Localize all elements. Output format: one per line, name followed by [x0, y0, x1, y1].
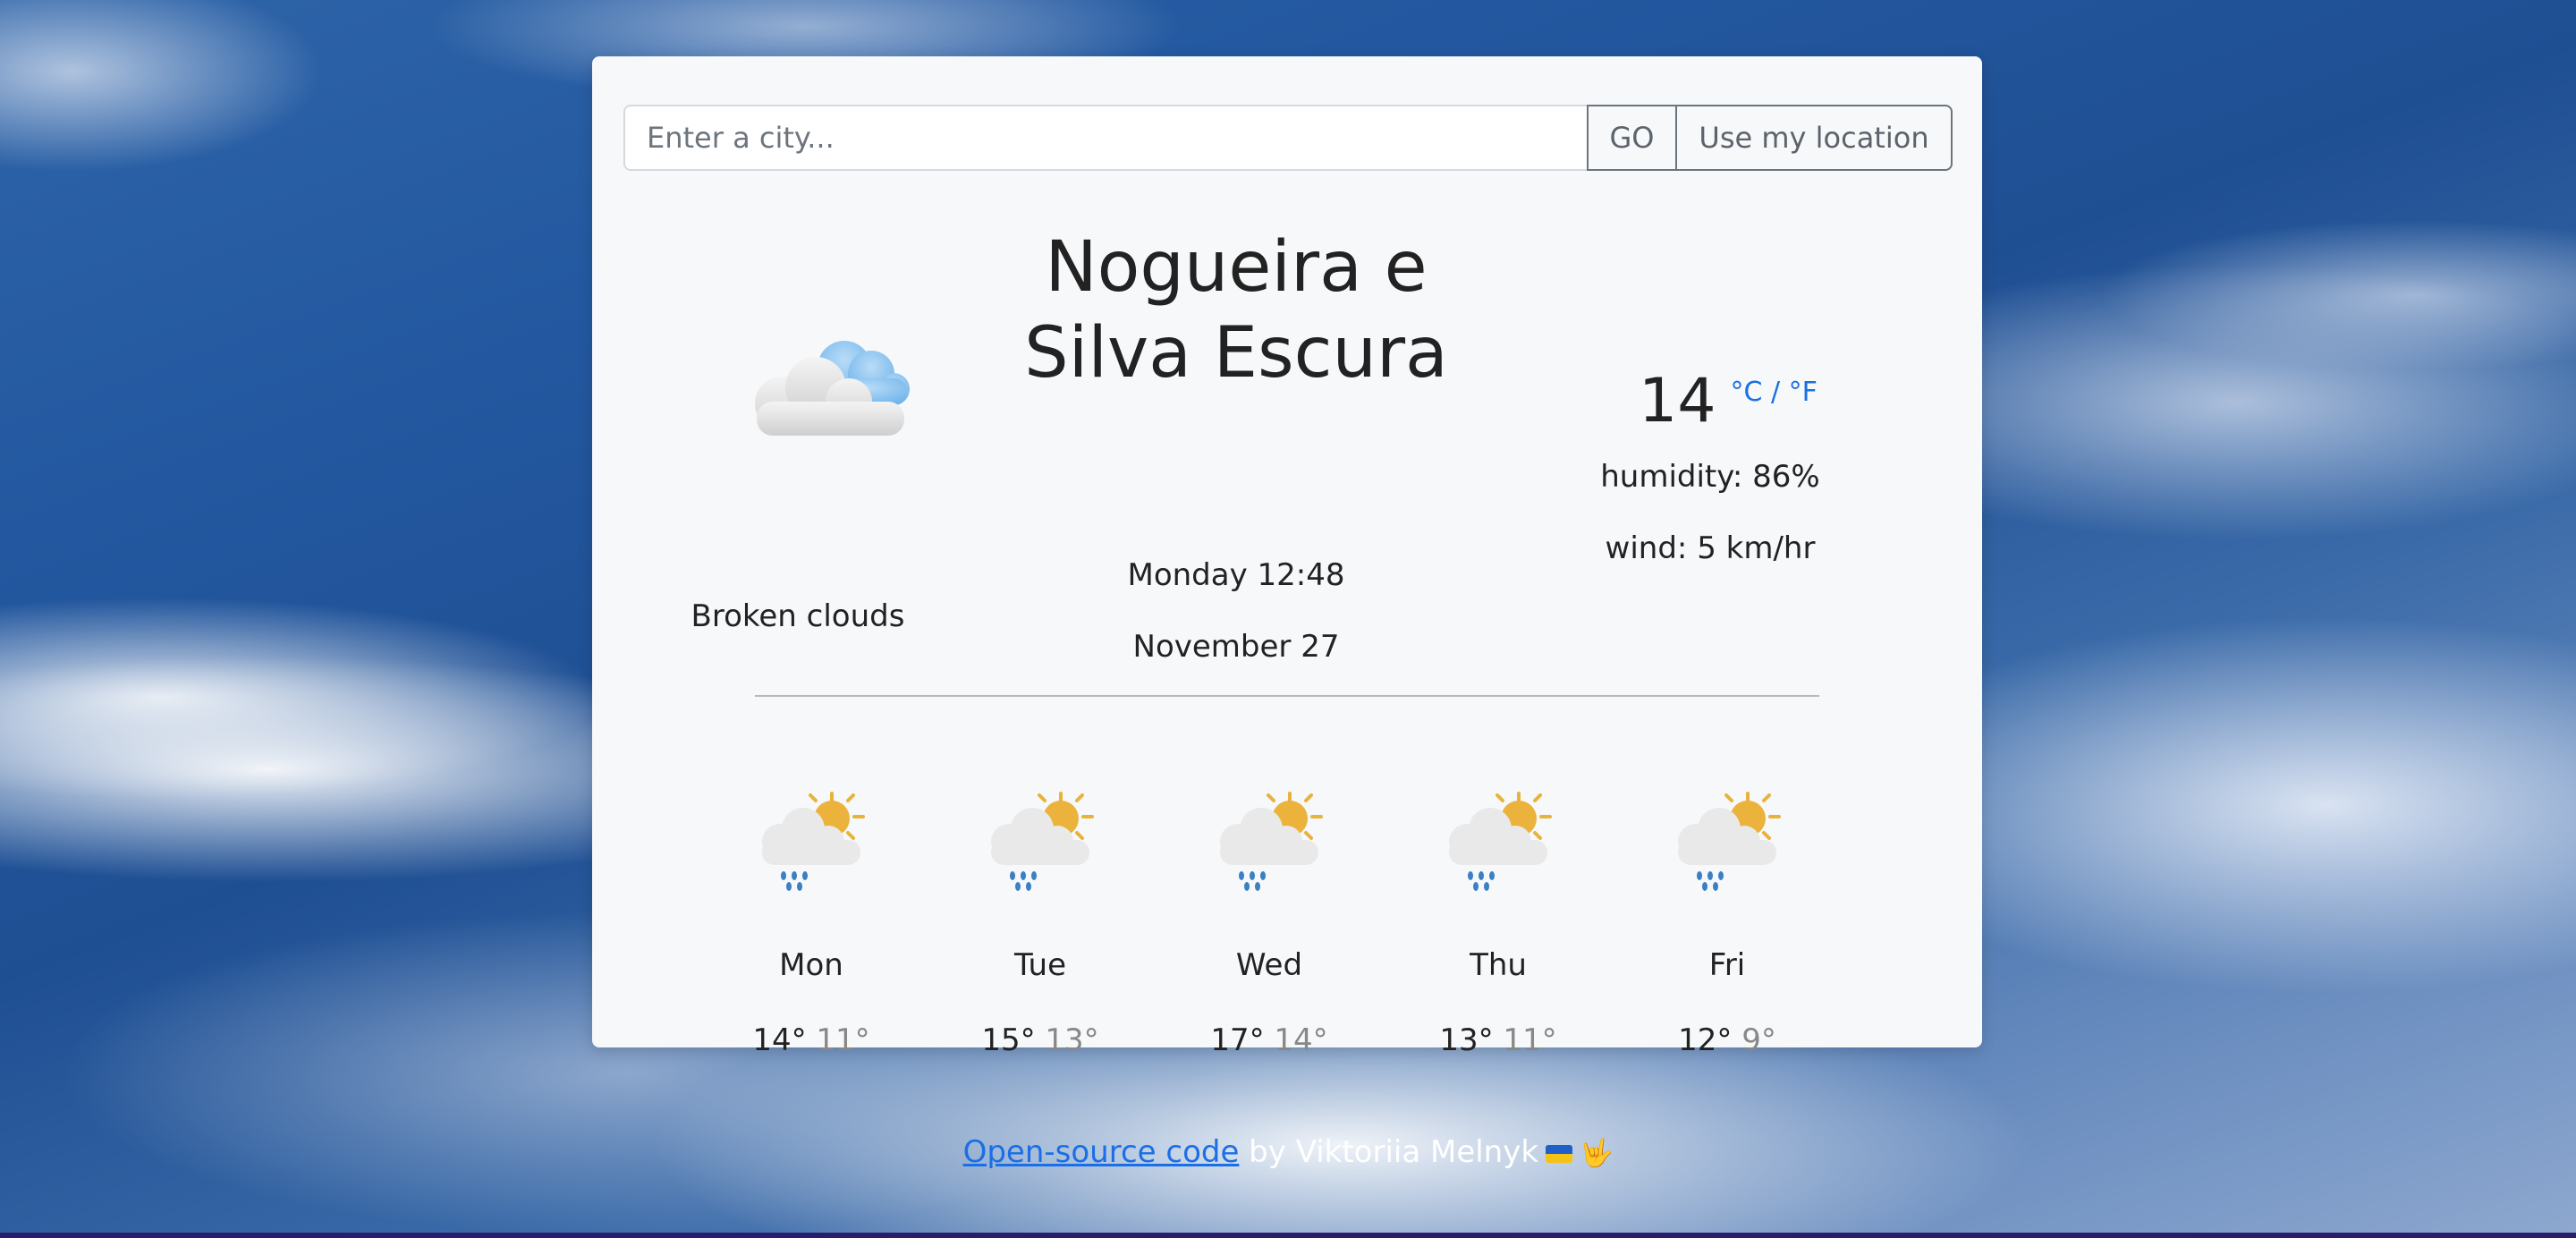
- sun-rain-cloud-icon: [1678, 792, 1781, 891]
- forecast-max-temp: 14°: [752, 1022, 807, 1058]
- forecast-day: Wed 17° 14°: [1180, 790, 1359, 1058]
- city-name: Nogueira e Silva Escura: [1024, 227, 1448, 394]
- sun-rain-cloud-icon: [1449, 792, 1552, 891]
- sun-rain-cloud-icon: [762, 792, 865, 891]
- current-temperature: 14: [1639, 366, 1716, 437]
- forecast-min-temp: 13°: [1045, 1022, 1099, 1058]
- rock-hand-icon: 🤟: [1580, 1138, 1614, 1169]
- forecast-day: Fri 12° 9°: [1638, 790, 1817, 1058]
- current-date: November 27: [1132, 629, 1340, 665]
- fahrenheit-link[interactable]: °F: [1789, 377, 1818, 408]
- city-search-input[interactable]: [623, 105, 1587, 171]
- forecast-max-temp: 13°: [1439, 1022, 1494, 1058]
- footer: Open-source code by Viktoriia Melnyk 🤟: [0, 1134, 2576, 1170]
- forecast-day: Tue 15° 13°: [951, 790, 1130, 1058]
- divider: [755, 695, 1819, 697]
- forecast-day-name: Wed: [1235, 947, 1303, 983]
- humidity: humidity: 86%: [1600, 459, 1820, 495]
- forecast-temps: 15° 13°: [951, 1022, 1130, 1058]
- forecast-min-temp: 11°: [816, 1022, 870, 1058]
- day-time: Monday 12:48: [1127, 557, 1345, 593]
- forecast-min-temp: 11°: [1503, 1022, 1557, 1058]
- forecast-day-name: Tue: [1013, 947, 1067, 983]
- go-button[interactable]: GO: [1587, 105, 1677, 171]
- weather-card: GO Use my location Broken clouds: [592, 56, 1982, 1058]
- use-my-location-button[interactable]: Use my location: [1677, 105, 1953, 171]
- footer-author: by Viktoriia Melnyk: [1239, 1134, 1539, 1170]
- sun-rain-cloud-icon: [991, 792, 1094, 891]
- forecast-temps: 13° 11°: [1409, 1022, 1588, 1058]
- broken-clouds-icon: [755, 341, 910, 436]
- temperature-block: 14 °C / °F: [1639, 369, 1818, 434]
- forecast-temps: 14° 11°: [722, 1022, 901, 1058]
- forecast-min-temp: 14°: [1274, 1022, 1328, 1058]
- wind: wind: 5 km/hr: [1605, 530, 1816, 566]
- open-source-code-link[interactable]: Open-source code: [963, 1134, 1240, 1170]
- forecast-day-name: Mon: [779, 947, 843, 983]
- forecast-max-temp: 12°: [1678, 1022, 1733, 1058]
- ukraine-flag-icon: [1546, 1144, 1573, 1163]
- forecast-day-name: Thu: [1470, 947, 1527, 983]
- weather-description: Broken clouds: [691, 598, 905, 634]
- forecast-temps: 12° 9°: [1638, 1022, 1817, 1058]
- forecast-max-temp: 17°: [1210, 1022, 1265, 1058]
- forecast-min-temp: 9°: [1741, 1022, 1776, 1058]
- search-form: GO Use my location: [623, 105, 1953, 171]
- sun-rain-cloud-icon: [1220, 792, 1323, 891]
- celsius-link[interactable]: °C: [1731, 377, 1763, 408]
- forecast-max-temp: 15°: [981, 1022, 1036, 1058]
- forecast-day-name: Fri: [1708, 947, 1746, 983]
- forecast-temps: 17° 14°: [1180, 1022, 1359, 1058]
- unit-separator: /: [1762, 377, 1789, 408]
- forecast-day: Mon 14° 11°: [722, 790, 901, 1058]
- bottom-strip: [0, 1233, 2576, 1238]
- unit-toggle: °C / °F: [1731, 377, 1818, 408]
- forecast-day: Thu 13° 11°: [1409, 790, 1588, 1058]
